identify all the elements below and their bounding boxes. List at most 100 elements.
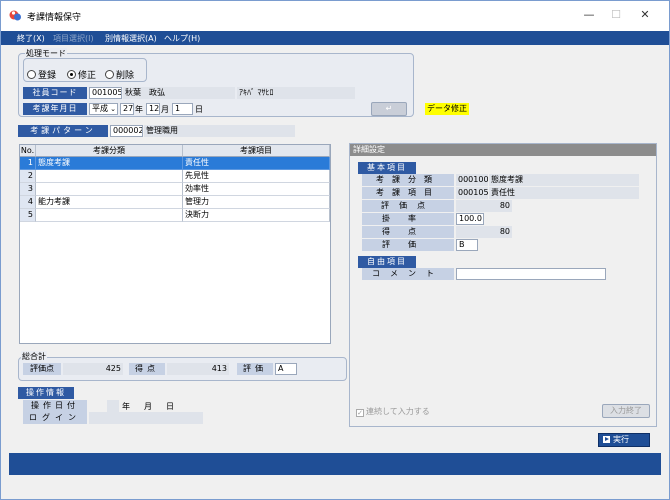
execute-label: 実行: [613, 435, 629, 444]
title-bar: 考課情報保守 — ☐ ✕: [1, 1, 669, 31]
mode-register-radio[interactable]: 登録: [27, 68, 56, 81]
free-items-title: 自由項目: [358, 256, 416, 268]
menu-help[interactable]: ヘルプ(H): [164, 33, 200, 44]
row-category: [36, 170, 183, 183]
month-input[interactable]: 12: [146, 103, 160, 115]
grade-label: 評価: [362, 239, 454, 251]
execute-button[interactable]: 実行: [598, 433, 650, 447]
total-gain-label: 得点: [129, 363, 165, 375]
total-score: 425: [63, 363, 123, 375]
total-grade: A: [275, 363, 297, 375]
status-bar: [9, 453, 661, 475]
row-item: 管理力: [183, 196, 330, 209]
pattern-code-input[interactable]: 000002: [110, 125, 143, 137]
application-window: 考課情報保守 — ☐ ✕ 終了(X) 項目選択(I) 別情報選択(A) ヘルプ(…: [0, 0, 670, 500]
month-unit: 月: [161, 105, 169, 114]
row-category: [36, 209, 183, 222]
table-header-category: 考課分類: [36, 145, 183, 157]
continuous-input-checkbox[interactable]: ✓ 連続して入力する: [356, 406, 430, 417]
eval-date-label: 考課年月日: [23, 103, 87, 115]
continuous-input-label: 連続して入力する: [366, 407, 430, 416]
employee-kana: ｱｷﾊﾞ ﾏｻﾋﾛ: [237, 87, 355, 99]
item-label: 考課項目: [362, 187, 454, 199]
employee-name: 秋葉 政弘: [123, 87, 235, 99]
enter-button[interactable]: ↵: [371, 102, 407, 116]
category-name: 態度考課: [489, 174, 639, 186]
table-header-no: No.: [20, 145, 36, 157]
detail-panel: 詳細設定 基本項目 考課分類 000100 態度考課 考課項目 000105 責…: [349, 143, 657, 427]
rate-label: 掛率: [362, 213, 454, 225]
employee-code-label: 社員コード: [23, 87, 87, 99]
mode-delete-radio[interactable]: 削除: [105, 68, 134, 81]
points-label: 評価点: [362, 200, 454, 212]
input-done-button[interactable]: 入力終了: [602, 404, 650, 418]
grade-input[interactable]: B: [456, 239, 478, 251]
mode-modify-radio[interactable]: 修正: [67, 68, 96, 81]
detail-header: 詳細設定: [350, 144, 656, 156]
evaluation-table[interactable]: No. 考課分類 考課項目 1 態度考課 責任性 2 先見性 3 効率性 4 能…: [19, 144, 331, 344]
operation-date-label: 操作日付: [23, 400, 87, 412]
gain-label: 得点: [362, 226, 454, 238]
row-no: 3: [20, 183, 36, 196]
pattern-name: 管理職用: [144, 125, 295, 137]
window-title: 考課情報保守: [27, 13, 82, 23]
status-badge: データ修正: [425, 103, 469, 115]
row-no: 1: [20, 157, 36, 170]
total-gain: 413: [167, 363, 229, 375]
operation-year-value: [107, 400, 119, 412]
total-grade-label: 評価: [237, 363, 273, 375]
menu-item-select: 項目選択(I): [53, 34, 94, 43]
comment-input[interactable]: [456, 268, 606, 280]
basic-items-title: 基本項目: [358, 162, 416, 174]
close-button[interactable]: ✕: [637, 8, 653, 22]
operation-login: [89, 412, 203, 424]
row-category: [36, 183, 183, 196]
play-icon: [603, 436, 610, 443]
operation-login-label: ログイン: [23, 412, 87, 424]
table-row[interactable]: 3 効率性: [20, 183, 330, 196]
table-row[interactable]: 2 先見性: [20, 170, 330, 183]
employee-code-input[interactable]: 001005: [89, 87, 122, 99]
row-no: 2: [20, 170, 36, 183]
minimize-button[interactable]: —: [581, 8, 597, 22]
row-category: 能力考課: [36, 196, 183, 209]
item-code: 000105: [456, 187, 488, 199]
menu-other-info[interactable]: 別情報選択(A): [105, 33, 157, 44]
table-row[interactable]: 5 決断力: [20, 209, 330, 222]
row-category: 態度考課: [36, 157, 183, 170]
rate-input[interactable]: 100.0: [456, 213, 484, 225]
category-code: 000100: [456, 174, 488, 186]
chevron-down-icon: ⌄: [110, 105, 116, 113]
day-input[interactable]: 1: [172, 103, 193, 115]
app-icon: [9, 10, 21, 21]
table-row[interactable]: 4 能力考課 管理力: [20, 196, 330, 209]
row-item: 効率性: [183, 183, 330, 196]
menu-bar: 終了(X) 項目選択(I) 別情報選択(A) ヘルプ(H): [1, 31, 669, 45]
era-select[interactable]: 平成 ⌄: [89, 103, 118, 115]
item-name: 責任性: [489, 187, 639, 199]
gain-value: 80: [456, 226, 512, 238]
day-unit: 日: [195, 105, 203, 114]
row-item: 決断力: [183, 209, 330, 222]
row-no: 5: [20, 209, 36, 222]
operation-day-unit: 日: [166, 402, 174, 411]
checkbox-check-icon: ✓: [356, 409, 364, 417]
category-label: 考課分類: [362, 174, 454, 186]
pattern-label: 考課パターン: [18, 125, 108, 137]
table-row[interactable]: 1 態度考課 責任性: [20, 157, 330, 170]
maximize-button[interactable]: ☐: [608, 8, 624, 22]
row-item: 責任性: [183, 157, 330, 170]
year-input[interactable]: 27: [120, 103, 134, 115]
total-legend: 総合計: [21, 351, 47, 362]
row-item: 先見性: [183, 170, 330, 183]
comment-label: コメント: [362, 268, 454, 280]
table-header-item: 考課項目: [183, 145, 330, 157]
operation-title: 操作情報: [18, 387, 74, 399]
operation-month-unit: 月: [144, 402, 152, 411]
operation-year-unit: 年: [122, 402, 130, 411]
row-no: 4: [20, 196, 36, 209]
total-score-label: 評価点: [23, 363, 61, 375]
menu-exit[interactable]: 終了(X): [17, 33, 45, 44]
points-value: 80: [456, 200, 512, 212]
year-unit: 年: [135, 105, 143, 114]
